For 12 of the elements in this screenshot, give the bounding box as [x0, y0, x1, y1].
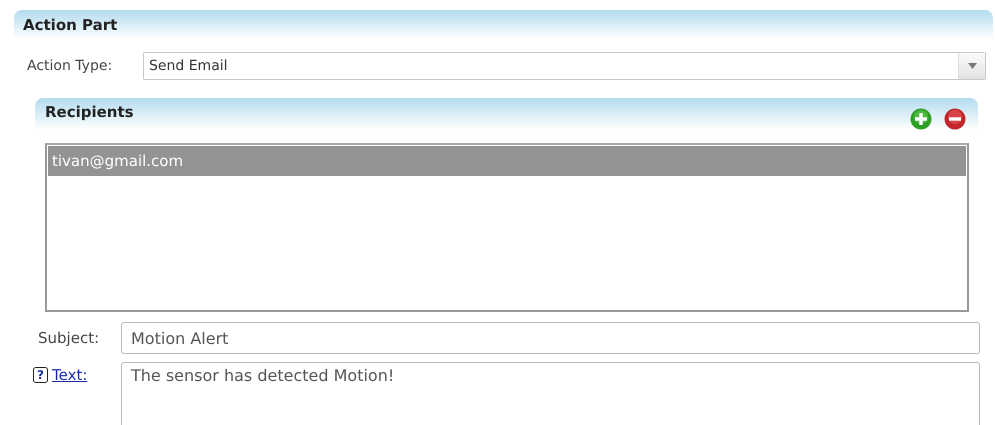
help-icon[interactable]: ? [33, 367, 48, 383]
action-type-dropdown[interactable]: Send Email [143, 52, 986, 80]
text-field[interactable]: The sensor has detected Motion! [121, 362, 980, 425]
subject-label: Subject: [38, 329, 100, 347]
dropdown-arrow-icon [968, 63, 976, 69]
text-link[interactable]: Text: [52, 366, 88, 384]
add-icon[interactable] [910, 108, 932, 130]
action-type-label: Action Type: [27, 58, 114, 74]
section-title: Action Part [23, 16, 118, 34]
subject-field[interactable]: Motion Alert [121, 322, 980, 354]
remove-icon[interactable] [944, 108, 966, 130]
recipients-title: Recipients [45, 102, 134, 123]
